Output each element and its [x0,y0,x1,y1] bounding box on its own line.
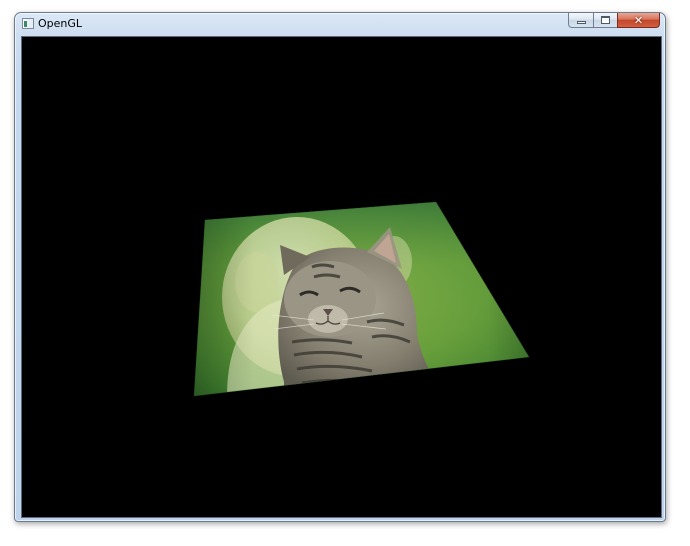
caption-buttons: ✕ [568,13,660,29]
opengl-window: OpenGL ✕ [14,12,666,522]
minimize-icon [576,21,586,24]
close-icon: ✕ [633,13,644,27]
minimize-button[interactable] [568,13,593,28]
title-bar[interactable]: OpenGL ✕ [15,13,665,35]
close-button[interactable]: ✕ [617,13,660,28]
maximize-icon [601,16,610,24]
maximize-button[interactable] [593,13,617,28]
window-title: OpenGL [38,17,83,30]
textured-quad-icon [194,202,529,396]
opengl-app-icon[interactable] [22,18,34,29]
scene-canvas [193,201,530,397]
opengl-viewport[interactable] [21,36,662,518]
